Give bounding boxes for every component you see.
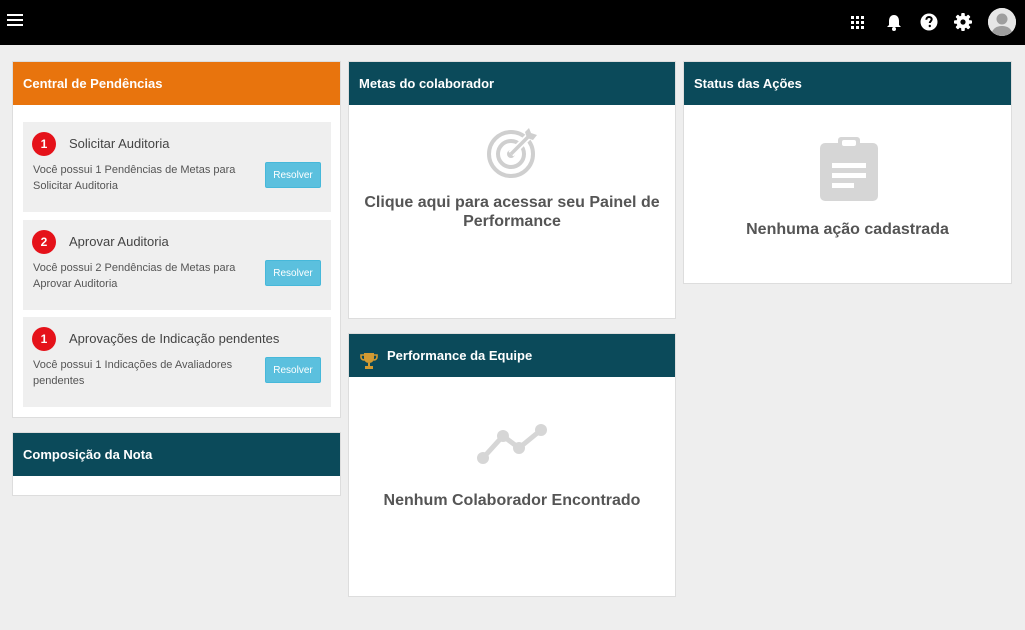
pending-count-badge: 1 <box>32 327 56 351</box>
team-performance-header: Performance da Equipe <box>349 334 675 377</box>
pending-item-description: Você possui 1 Pendências de Metas para S… <box>33 164 236 192</box>
pending-item: 1 Solicitar Auditoria Você possui 1 Pend… <box>23 122 331 212</box>
employee-goals-panel: Metas do colaborador Clique aqui para ac… <box>348 61 676 319</box>
pending-item-title: Solicitar Auditoria <box>69 136 170 151</box>
resolve-button[interactable]: Resolver <box>265 260 321 286</box>
employee-goals-title: Metas do colaborador <box>349 62 675 105</box>
pending-center-panel: Central de Pendências 1 Solicitar Audito… <box>12 61 341 418</box>
top-navigation-bar <box>0 0 1025 45</box>
pending-item-description: Você possui 2 Pendências de Metas para A… <box>33 262 236 290</box>
pending-item-description: Você possui 1 Indicações de Avaliadores … <box>33 359 233 387</box>
no-employee-message: Nenhum Colaborador Encontrado <box>383 492 641 509</box>
gear-icon[interactable] <box>952 11 974 33</box>
pending-center-title: Central de Pendências <box>13 62 340 105</box>
resolve-button[interactable]: Resolver <box>265 357 321 383</box>
trophy-icon <box>359 345 379 388</box>
team-performance-title: Performance da Equipe <box>387 348 533 363</box>
team-performance-panel: Performance da Equipe Nenhum Colaborador… <box>348 333 676 597</box>
performance-panel-link[interactable]: Clique aqui para acessar seu Painel de P… <box>349 193 675 231</box>
resolve-button[interactable]: Resolver <box>265 162 321 188</box>
grade-composition-title: Composição da Nota <box>13 433 340 476</box>
action-status-title: Status das Ações <box>684 62 1011 105</box>
pending-item-title: Aprovar Auditoria <box>69 234 169 249</box>
bell-icon[interactable] <box>883 11 905 33</box>
menu-icon[interactable] <box>7 14 23 27</box>
pending-item: 2 Aprovar Auditoria Você possui 2 Pendên… <box>23 220 331 310</box>
pending-count-badge: 1 <box>32 132 56 156</box>
clipboard-icon <box>818 135 880 208</box>
apps-grid-icon[interactable] <box>847 11 869 33</box>
pending-item: 1 Aprovações de Indicação pendentes Você… <box>23 317 331 407</box>
action-status-panel: Status das Ações Nenhuma ação cadastrada <box>683 61 1012 284</box>
user-avatar[interactable] <box>988 8 1016 36</box>
pending-item-title: Aprovações de Indicação pendentes <box>69 331 280 346</box>
help-icon[interactable] <box>918 11 940 33</box>
trend-line-icon <box>475 422 549 471</box>
target-icon[interactable] <box>485 126 539 185</box>
pending-count-badge: 2 <box>32 230 56 254</box>
grade-composition-panel: Composição da Nota <box>12 432 341 496</box>
no-action-message: Nenhuma ação cadastrada <box>746 221 949 238</box>
